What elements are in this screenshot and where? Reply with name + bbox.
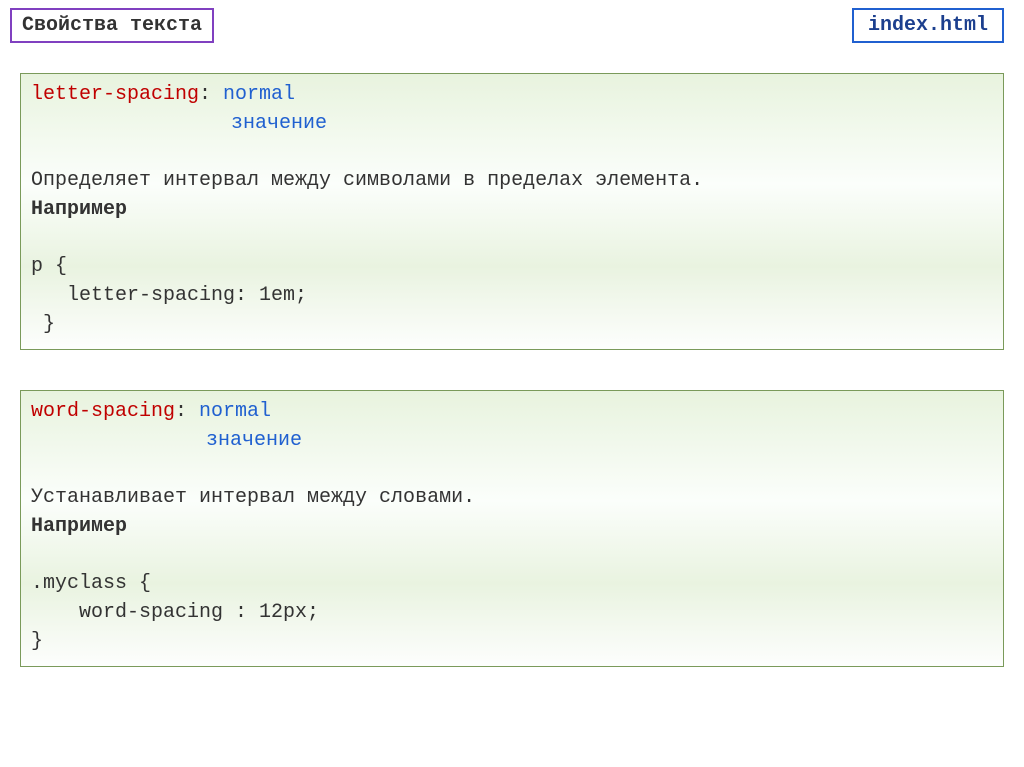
syntax-line: word-spacing: normal [31, 397, 993, 426]
property-name: letter-spacing [31, 83, 199, 106]
property-value-znachenie: значение [231, 109, 993, 138]
page-title: Свойства текста [10, 8, 214, 43]
description-text: Определяет интервал между символами в пр… [31, 166, 993, 195]
blank-line [31, 541, 993, 569]
code-line: } [31, 627, 993, 656]
property-block-letter-spacing: letter-spacing: normal значение Определя… [20, 73, 1004, 350]
filename-label: index.html [852, 8, 1004, 43]
blank-line [31, 224, 993, 252]
code-line: letter-spacing: 1em; [31, 281, 993, 310]
code-line: p { [31, 252, 993, 281]
colon: : [175, 400, 199, 423]
blank-line [31, 138, 993, 166]
example-label: Например [31, 195, 993, 224]
colon: : [199, 83, 223, 106]
code-line: .myclass { [31, 569, 993, 598]
property-block-word-spacing: word-spacing: normal значение Устанавлив… [20, 390, 1004, 667]
syntax-line: letter-spacing: normal [31, 80, 993, 109]
property-value-normal: normal [223, 83, 295, 106]
code-line: } [31, 310, 993, 339]
code-line: word-spacing : 12px; [31, 598, 993, 627]
description-text: Устанавливает интервал между словами. [31, 483, 993, 512]
property-value-normal: normal [199, 400, 271, 423]
example-label: Например [31, 512, 993, 541]
property-value-znachenie: значение [206, 426, 993, 455]
blank-line [31, 455, 993, 483]
property-name: word-spacing [31, 400, 175, 423]
header-row: Свойства текста index.html [0, 0, 1024, 43]
